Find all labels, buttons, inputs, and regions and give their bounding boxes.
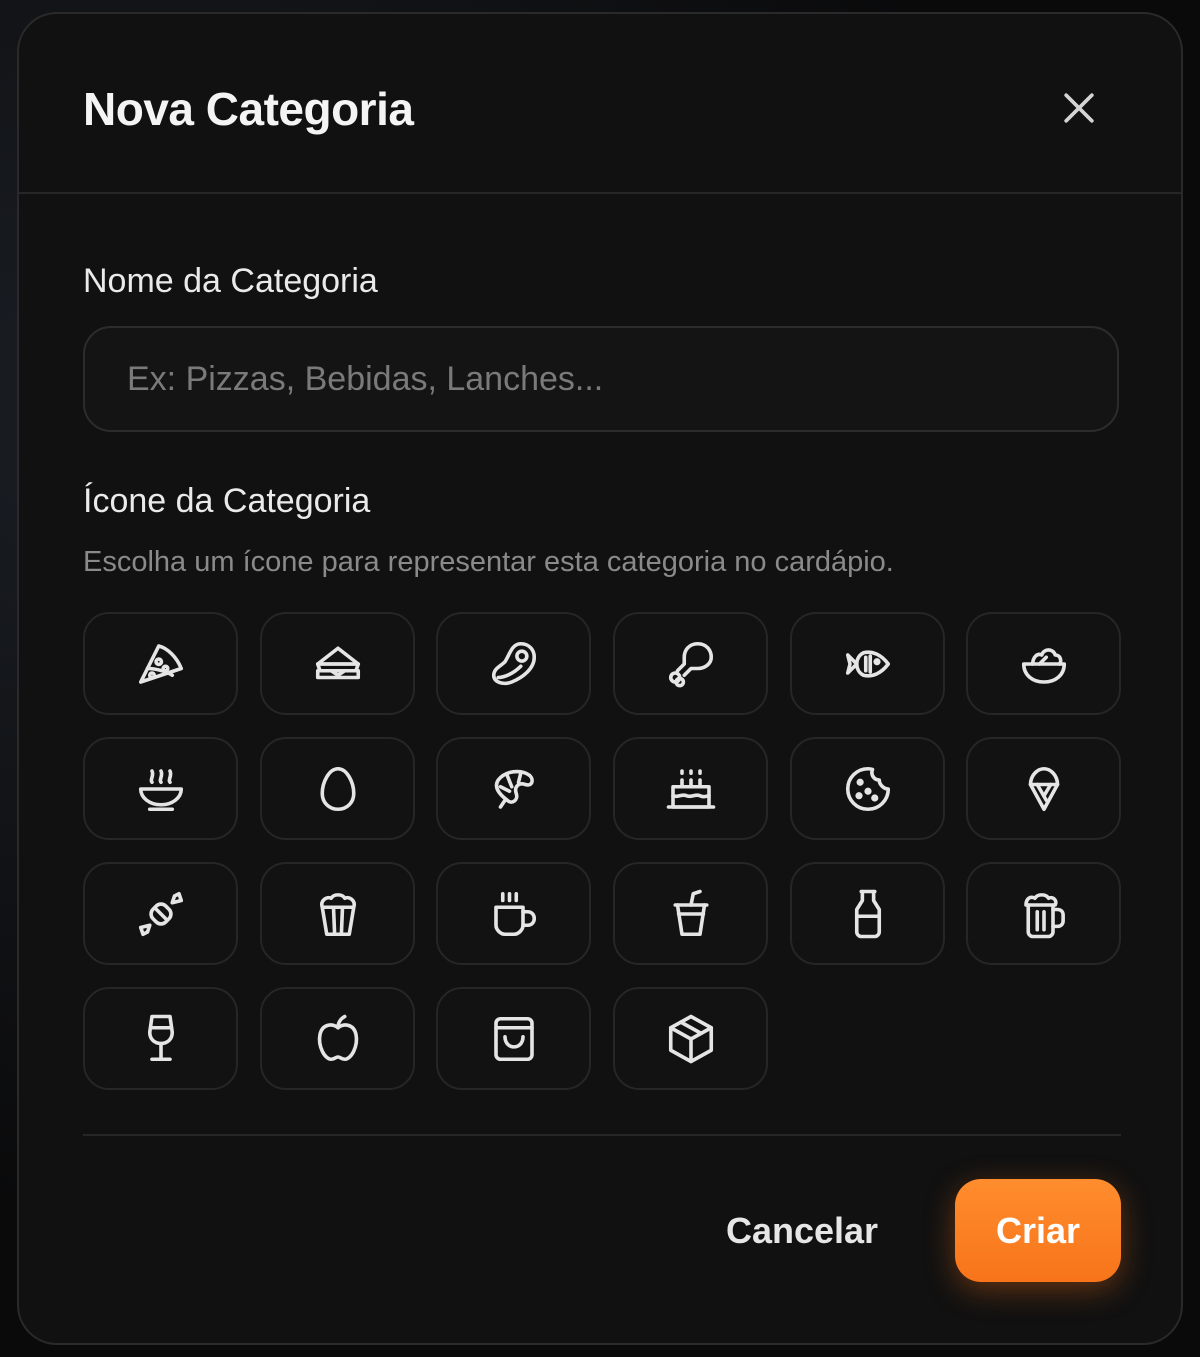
icon-option-shopping-bag[interactable] bbox=[436, 987, 591, 1090]
egg-icon bbox=[319, 766, 356, 811]
beer-icon bbox=[1023, 892, 1065, 938]
icon-option-package[interactable] bbox=[613, 987, 768, 1090]
category-name-input[interactable] bbox=[83, 326, 1119, 432]
soup-icon bbox=[138, 768, 183, 811]
icon-option-cookie[interactable] bbox=[790, 737, 945, 840]
icon-option-cake[interactable] bbox=[613, 737, 768, 840]
icon-option-wine[interactable] bbox=[83, 987, 238, 1090]
icon-option-beer[interactable] bbox=[966, 862, 1121, 965]
icon-option-steak[interactable] bbox=[436, 612, 591, 715]
x-icon bbox=[1064, 93, 1094, 123]
icon-option-milk[interactable] bbox=[790, 862, 945, 965]
icon-option-coffee[interactable] bbox=[436, 862, 591, 965]
icon-option-cup-soda[interactable] bbox=[613, 862, 768, 965]
icon-option-popcorn[interactable] bbox=[260, 862, 415, 965]
sandwich-icon bbox=[315, 645, 360, 679]
coffee-icon bbox=[493, 891, 536, 936]
icon-option-fish[interactable] bbox=[790, 612, 945, 715]
cup-soda-icon bbox=[672, 889, 709, 936]
icon-option-ice-cream[interactable] bbox=[966, 737, 1121, 840]
close-button[interactable] bbox=[1057, 86, 1101, 130]
category-icon-help: Escolha um ícone para representar esta c… bbox=[83, 546, 894, 578]
icon-option-apple[interactable] bbox=[260, 987, 415, 1090]
cake-icon bbox=[666, 768, 715, 809]
candy-icon bbox=[138, 891, 183, 936]
apple-icon bbox=[317, 1014, 358, 1061]
ice-cream-icon bbox=[1028, 766, 1059, 811]
category-name-label: Nome da Categoria bbox=[83, 262, 378, 300]
icon-option-soup[interactable] bbox=[83, 737, 238, 840]
popcorn-icon bbox=[319, 892, 356, 936]
footer-divider bbox=[83, 1134, 1121, 1136]
icon-option-egg[interactable] bbox=[260, 737, 415, 840]
icon-option-croissant[interactable] bbox=[436, 737, 591, 840]
icon-option-candy[interactable] bbox=[83, 862, 238, 965]
icon-option-pizza[interactable] bbox=[83, 612, 238, 715]
modal-title: Nova Categoria bbox=[83, 83, 414, 135]
create-button[interactable]: Criar bbox=[955, 1179, 1121, 1282]
fish-icon bbox=[845, 649, 890, 678]
pizza-icon bbox=[138, 643, 183, 684]
steak-icon bbox=[491, 641, 536, 685]
drumstick-icon bbox=[668, 641, 713, 687]
salad-icon bbox=[1021, 647, 1066, 684]
cookie-icon bbox=[845, 766, 890, 811]
milk-icon bbox=[854, 889, 881, 938]
shopping-bag-icon bbox=[493, 1016, 534, 1061]
icon-option-salad[interactable] bbox=[966, 612, 1121, 715]
wine-icon bbox=[147, 1014, 174, 1061]
package-icon bbox=[668, 1014, 713, 1063]
new-category-modal: Nova Categoria Nome da Categoria Ícone d… bbox=[17, 12, 1183, 1345]
icon-option-drumstick[interactable] bbox=[613, 612, 768, 715]
icon-option-sandwich[interactable] bbox=[260, 612, 415, 715]
croissant-icon bbox=[494, 769, 534, 809]
cancel-button[interactable]: Cancelar bbox=[707, 1184, 897, 1278]
category-icon-label: Ícone da Categoria bbox=[83, 482, 371, 520]
modal-header: Nova Categoria bbox=[19, 14, 1181, 194]
